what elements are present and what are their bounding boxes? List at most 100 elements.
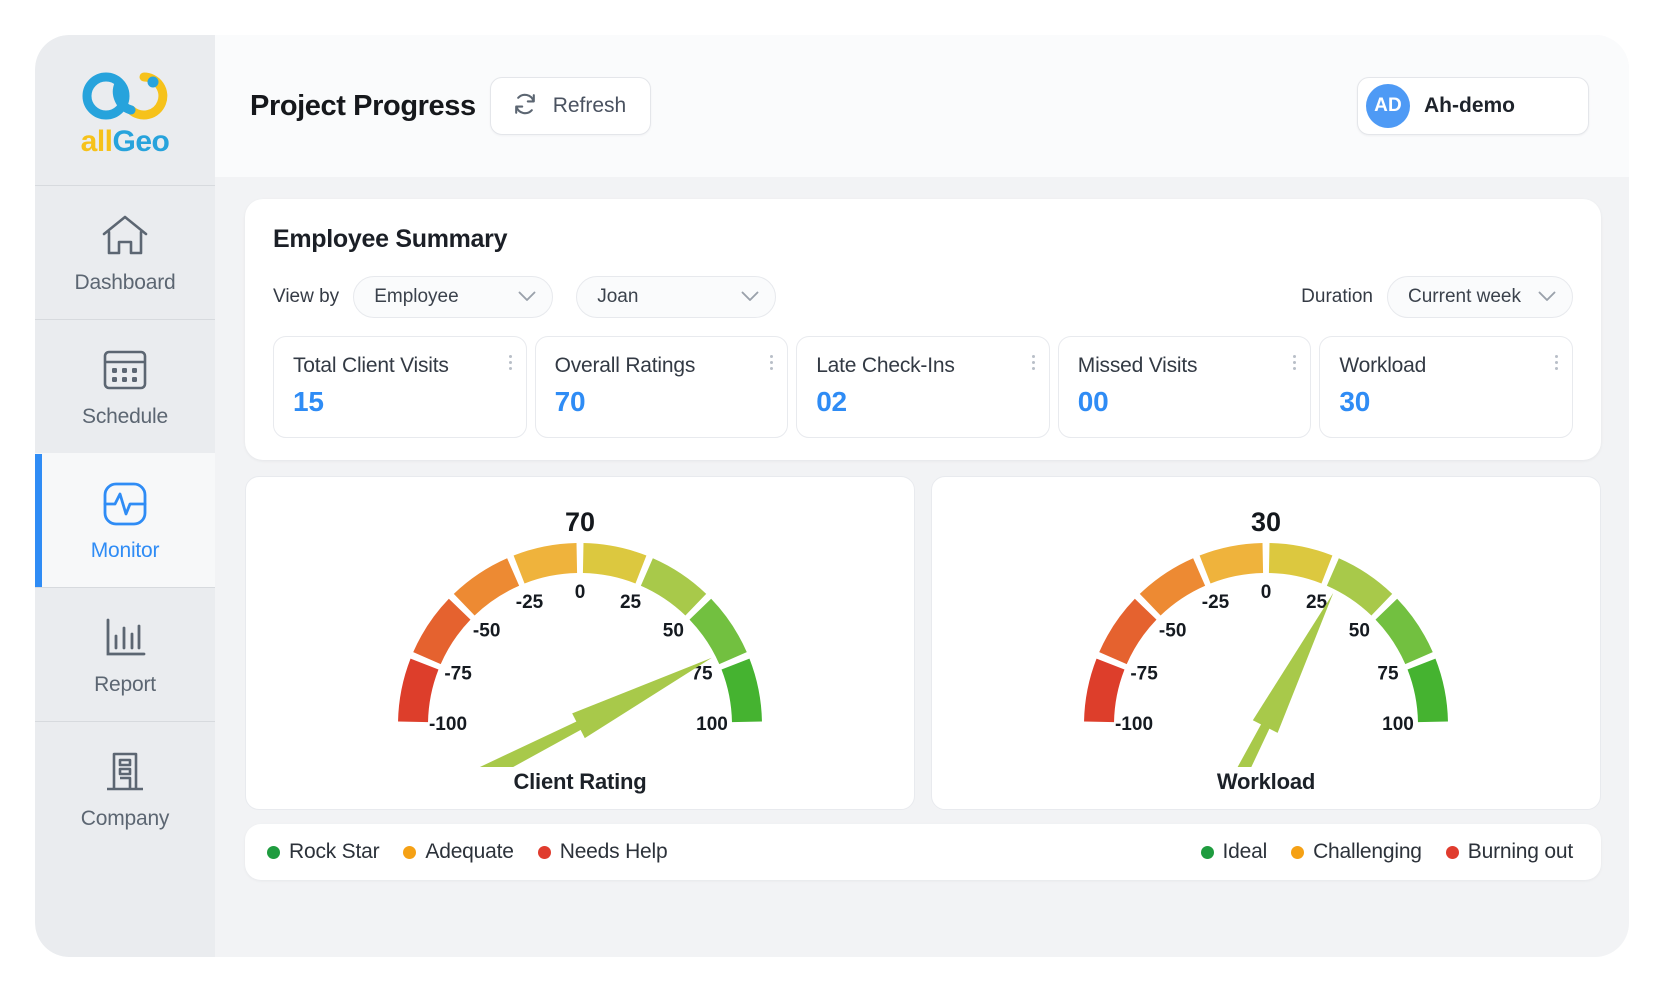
gauge-value-label: 70 xyxy=(565,507,595,537)
legend-color-dot xyxy=(1446,846,1459,859)
kpi-card-workload[interactable]: Workload 30 xyxy=(1319,336,1573,438)
legend-color-dot xyxy=(538,846,551,859)
legend-item: Burning out xyxy=(1446,840,1573,864)
user-name: Ah-demo xyxy=(1424,94,1515,118)
kpi-label: Missed Visits xyxy=(1078,354,1291,378)
refresh-icon xyxy=(511,90,539,123)
gauge-tick-label: -50 xyxy=(1159,621,1186,642)
legend-color-dot xyxy=(403,846,416,859)
legend-label: Ideal xyxy=(1223,840,1268,864)
legend-group-rating: Rock Star Adequate Needs Help xyxy=(267,840,667,864)
legend-item: Rock Star xyxy=(267,840,379,864)
user-menu[interactable]: AD Ah-demo xyxy=(1357,77,1589,135)
page-title: Project Progress xyxy=(250,90,476,123)
kpi-value: 30 xyxy=(1339,386,1552,418)
client-rating-gauge: -100-75-50-25025507510070 xyxy=(280,487,880,767)
app-window: allGeo Dashboard xyxy=(35,35,1629,957)
legend-bar: Rock Star Adequate Needs Help xyxy=(245,824,1601,880)
kpi-label: Total Client Visits xyxy=(293,354,506,378)
legend-label: Challenging xyxy=(1313,840,1422,864)
gauge-needle xyxy=(572,658,712,738)
gauge-tick-label: 50 xyxy=(1349,621,1370,642)
topbar: Project Progress Refresh AD xyxy=(215,35,1629,177)
kpi-row: Total Client Visits 15 Overall Ratings 7… xyxy=(273,336,1573,438)
kpi-card-total-client-visits[interactable]: Total Client Visits 15 xyxy=(273,336,527,438)
legend-label: Adequate xyxy=(425,840,513,864)
gauge-needle-tail xyxy=(1204,593,1333,767)
legend-item: Adequate xyxy=(403,840,513,864)
duration-group: Duration Current week xyxy=(1301,276,1573,318)
sidebar-item-label: Monitor xyxy=(91,539,160,563)
kpi-label: Overall Ratings xyxy=(555,354,768,378)
sidebar-item-label: Company xyxy=(81,807,169,831)
avatar: AD xyxy=(1366,84,1410,128)
gauge-tick-label: -75 xyxy=(444,664,472,685)
kpi-value: 02 xyxy=(816,386,1029,418)
gauge-value-label: 30 xyxy=(1251,507,1281,537)
gauge-tick-label: 100 xyxy=(1382,714,1414,735)
chevron-down-icon xyxy=(1538,286,1556,308)
kpi-card-missed-visits[interactable]: Missed Visits 00 xyxy=(1058,336,1312,438)
sidebar-item-label: Report xyxy=(94,673,156,697)
kpi-label: Late Check-Ins xyxy=(816,354,1029,378)
kpi-more-options-icon[interactable] xyxy=(1032,355,1035,370)
gauge-title: Client Rating xyxy=(513,769,646,795)
kpi-more-options-icon[interactable] xyxy=(1293,355,1296,370)
kpi-value: 15 xyxy=(293,386,506,418)
legend-label: Rock Star xyxy=(289,840,379,864)
legend-item: Challenging xyxy=(1291,840,1422,864)
employee-select[interactable]: Joan xyxy=(576,276,776,318)
sidebar-item-report[interactable]: Report xyxy=(35,587,215,721)
gauge-tick-label: -50 xyxy=(473,621,500,642)
gauge-tick-label: -25 xyxy=(516,592,544,613)
sidebar-item-label: Schedule xyxy=(82,405,168,429)
kpi-more-options-icon[interactable] xyxy=(509,355,512,370)
view-by-select[interactable]: Employee xyxy=(353,276,553,318)
activity-monitor-icon xyxy=(101,478,149,530)
screen: allGeo Dashboard xyxy=(0,0,1664,992)
app-logo: allGeo xyxy=(35,41,215,185)
sidebar-item-dashboard[interactable]: Dashboard xyxy=(35,185,215,319)
gauge-tick-label: 25 xyxy=(620,592,642,613)
duration-select[interactable]: Current week xyxy=(1387,276,1573,318)
gauge-tick-label: -100 xyxy=(429,714,467,735)
sidebar-item-company[interactable]: Company xyxy=(35,721,215,855)
sidebar-item-monitor[interactable]: Monitor xyxy=(35,453,215,587)
view-by-label: View by xyxy=(273,286,339,308)
kpi-card-overall-ratings[interactable]: Overall Ratings 70 xyxy=(535,336,789,438)
legend-item: Needs Help xyxy=(538,840,668,864)
allgeo-logo-icon xyxy=(75,70,175,126)
legend-group-workload: Ideal Challenging Burning out xyxy=(1201,840,1573,864)
kpi-more-options-icon[interactable] xyxy=(1555,355,1558,370)
legend-label: Needs Help xyxy=(560,840,668,864)
view-by-value: Employee xyxy=(374,286,459,308)
duration-value: Current week xyxy=(1408,286,1521,308)
kpi-value: 70 xyxy=(555,386,768,418)
sidebar: allGeo Dashboard xyxy=(35,35,215,957)
duration-label: Duration xyxy=(1301,286,1373,308)
calendar-icon xyxy=(102,344,148,396)
home-icon xyxy=(100,210,150,262)
kpi-more-options-icon[interactable] xyxy=(770,355,773,370)
panel-title: Employee Summary xyxy=(273,225,1573,254)
kpi-card-late-check-ins[interactable]: Late Check-Ins 02 xyxy=(796,336,1050,438)
legend-color-dot xyxy=(1291,846,1304,859)
kpi-value: 00 xyxy=(1078,386,1291,418)
legend-color-dot xyxy=(267,846,280,859)
logo-geo: Geo xyxy=(113,125,170,158)
gauge-tick-label: 100 xyxy=(696,714,728,735)
gauge-card-client-rating: -100-75-50-25025507510070 Client Rating xyxy=(245,476,915,810)
sidebar-item-schedule[interactable]: Schedule xyxy=(35,319,215,453)
kpi-label: Workload xyxy=(1339,354,1552,378)
employee-summary-panel: Employee Summary View by Employee Joan xyxy=(245,199,1601,460)
legend-item: Ideal xyxy=(1201,840,1268,864)
filter-row: View by Employee Joan xyxy=(273,276,1573,318)
refresh-button[interactable]: Refresh xyxy=(490,77,652,135)
workload-gauge: -100-75-50-25025507510030 xyxy=(966,487,1566,767)
gauge-row: -100-75-50-25025507510070 Client Rating … xyxy=(245,476,1601,810)
bar-chart-icon xyxy=(102,612,148,664)
logo-all: all xyxy=(81,125,113,158)
gauge-needle xyxy=(1253,593,1333,733)
logo-wordmark: allGeo xyxy=(75,127,175,157)
chevron-down-icon xyxy=(518,286,536,308)
